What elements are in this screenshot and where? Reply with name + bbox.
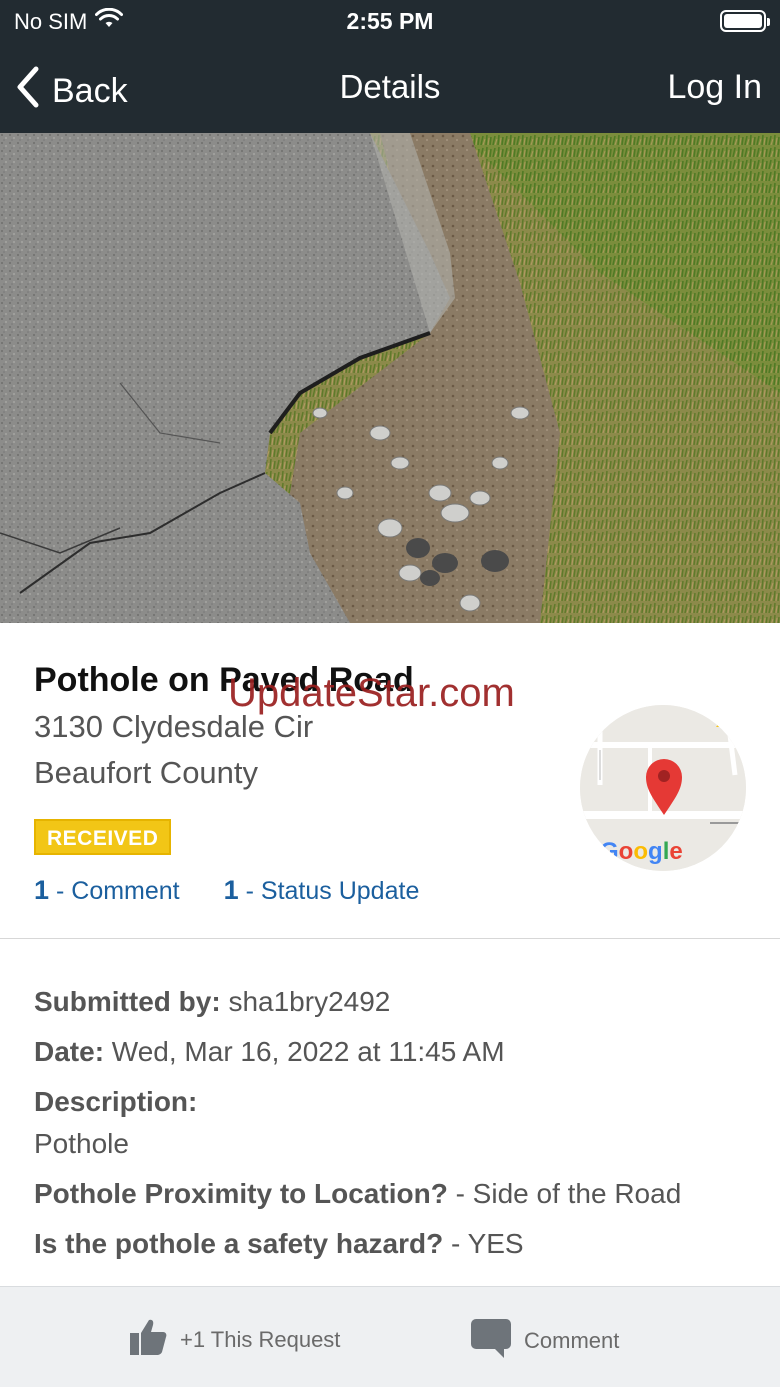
request-links: 1 - Comment 1 - Status Update — [34, 875, 419, 906]
address-line-2: Beaufort County — [34, 755, 259, 790]
address-line-1: 3130 Clydesdale Cir — [34, 709, 314, 744]
submitted-by-label: Submitted by: — [34, 986, 221, 1017]
status-update-link-label: Status Update — [260, 877, 420, 905]
status-bar: No SIM 2:55 PM — [0, 0, 780, 44]
thumbs-up-icon — [128, 1317, 168, 1363]
status-time: 2:55 PM — [346, 8, 434, 34]
status-update-separator: - — [245, 877, 254, 905]
plus-one-label: +1 This Request — [180, 1327, 341, 1352]
location-map-thumbnail[interactable]: Google — [580, 705, 746, 871]
comment-count: 1 — [34, 875, 50, 905]
description-label: Description: — [34, 1086, 197, 1118]
request-summary: Pothole on Paved Road UpdateStar.com 313… — [0, 623, 780, 939]
status-updates-link[interactable]: 1 - Status Update — [224, 875, 420, 906]
comment-button[interactable]: Comment — [470, 1317, 619, 1365]
comment-bubble-icon — [470, 1317, 512, 1365]
hazard-question-label: Is the pothole a safety hazard? — [34, 1228, 444, 1259]
page-title: Details — [339, 68, 441, 105]
request-details: Submitted by: sha1bry2492 Date: Wed, Mar… — [0, 940, 780, 1285]
request-photo[interactable] — [0, 133, 780, 623]
google-logo-text: Google — [600, 838, 683, 865]
date-row: Date: Wed, Mar 16, 2022 at 11:45 AM — [34, 1036, 505, 1068]
submitted-by-value: sha1bry2492 — [228, 986, 391, 1017]
proximity-question-row: Pothole Proximity to Location? - Side of… — [34, 1178, 681, 1210]
date-label: Date: — [34, 1036, 105, 1067]
description-label-text: Description: — [34, 1086, 198, 1117]
battery-icon — [720, 10, 770, 32]
plus-one-button[interactable]: +1 This Request — [128, 1317, 340, 1363]
submitted-by-row: Submitted by: sha1bry2492 — [34, 986, 390, 1018]
comment-label: Comment — [524, 1328, 620, 1353]
status-update-count: 1 — [223, 875, 239, 905]
hazard-question-row: Is the pothole a safety hazard? - YES — [34, 1228, 524, 1260]
navigation-bar: Back Details Log In — [0, 44, 780, 133]
hazard-question-value: - YES — [450, 1228, 524, 1259]
date-value: Wed, Mar 16, 2022 at 11:45 AM — [111, 1036, 505, 1067]
comment-separator: - — [55, 877, 65, 905]
action-bar: +1 This Request Comment — [0, 1286, 780, 1387]
status-badge: RECEIVED — [34, 819, 172, 855]
comment-link-label: Comment — [71, 877, 180, 905]
description-value: Pothole — [34, 1128, 129, 1159]
proximity-question-value: - Side of the Road — [455, 1178, 682, 1209]
proximity-question-label: Pothole Proximity to Location? — [34, 1178, 448, 1209]
log-in-button[interactable]: Log In — [667, 68, 762, 107]
comments-link[interactable]: 1 - Comment — [34, 875, 180, 906]
